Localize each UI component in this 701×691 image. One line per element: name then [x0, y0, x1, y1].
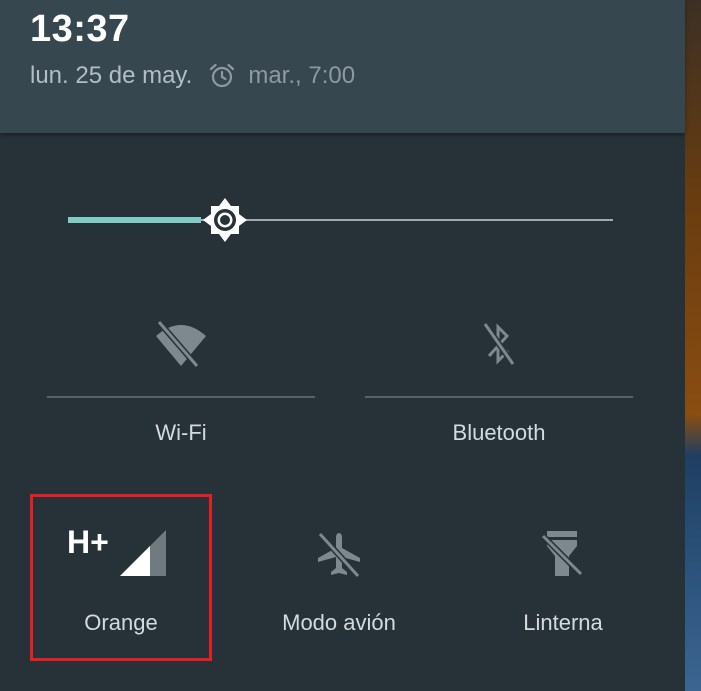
bluetooth-off-icon — [481, 318, 517, 370]
flashlight-label: Linterna — [523, 610, 603, 635]
tile-flashlight[interactable]: Linterna — [472, 494, 654, 661]
next-alarm-time[interactable]: mar., 7:00 — [248, 62, 355, 90]
quick-settings-screen: 13:37 lun. 25 de may. mar., 7:00 Wi-Fi B… — [0, 0, 701, 691]
airplane-off-icon — [314, 530, 364, 580]
status-header[interactable]: 13:37 lun. 25 de may. mar., 7:00 — [0, 0, 685, 133]
bluetooth-divider — [365, 396, 633, 398]
wifi-label: Wi-Fi — [155, 420, 207, 445]
clock-time[interactable]: 13:37 — [30, 8, 130, 51]
airplane-label: Modo avión — [282, 610, 396, 635]
date-text[interactable]: lun. 25 de may. — [30, 62, 192, 90]
date-row: lun. 25 de may. mar., 7:00 — [30, 61, 355, 91]
brightness-sun-icon[interactable] — [201, 196, 249, 244]
brightness-slider[interactable] — [68, 198, 613, 242]
wifi-divider — [47, 396, 315, 398]
wifi-off-icon — [153, 318, 209, 370]
tile-bluetooth[interactable]: Bluetooth — [365, 300, 633, 450]
alarm-clock-icon[interactable] — [208, 62, 236, 90]
tile-wifi[interactable]: Wi-Fi — [47, 300, 315, 450]
flashlight-off-icon — [539, 528, 585, 580]
highlight-box — [30, 494, 212, 661]
bluetooth-label: Bluetooth — [452, 420, 546, 445]
tile-airplane-mode[interactable]: Modo avión — [248, 494, 430, 661]
wallpaper-edge — [685, 0, 701, 691]
brightness-track-fill — [68, 217, 201, 223]
quick-settings-panel: 13:37 lun. 25 de may. mar., 7:00 Wi-Fi B… — [0, 0, 685, 691]
